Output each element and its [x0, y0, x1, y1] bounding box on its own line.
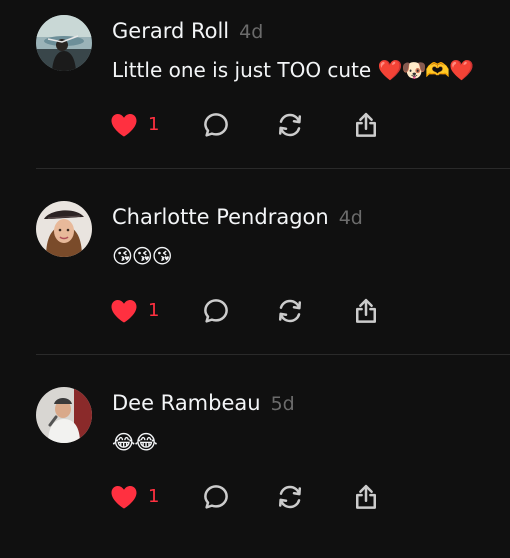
username[interactable]: Gerard Roll [112, 19, 229, 43]
repost-arrows-icon [275, 110, 305, 140]
comment-header: Gerard Roll 4d [112, 16, 263, 46]
speech-bubble-icon [201, 482, 231, 512]
heart-filled-icon [109, 482, 139, 512]
comment-item: Dee Rambeau 5d 😂😂 1 [0, 372, 510, 558]
like-count: 1 [148, 114, 160, 135]
comment-item: Gerard Roll 4d Little one is just TOO cut… [0, 0, 510, 186]
comment-actions: 1 [109, 480, 399, 514]
share-upload-icon [351, 296, 381, 326]
divider [36, 168, 510, 169]
repost-button[interactable] [275, 480, 305, 514]
avatar-image [36, 15, 92, 71]
comment-text: 😘😘😘 [112, 242, 173, 270]
speech-bubble-icon [201, 296, 231, 326]
repost-button[interactable] [275, 294, 305, 328]
avatar[interactable] [36, 201, 92, 257]
username[interactable]: Charlotte Pendragon [112, 205, 329, 229]
like-button[interactable]: 1 [109, 480, 159, 514]
comment-emoji: ❤️🐶🫶❤️ [377, 58, 475, 82]
comment-header: Charlotte Pendragon 4d [112, 202, 363, 232]
speech-bubble-icon [201, 110, 231, 140]
share-upload-icon [351, 482, 381, 512]
like-count: 1 [148, 300, 160, 321]
comment-emoji: 😂😂 [112, 430, 158, 454]
share-button[interactable] [351, 108, 381, 142]
heart-filled-icon [109, 296, 139, 326]
avatar-image [36, 387, 92, 443]
timestamp: 4d [338, 207, 363, 229]
share-button[interactable] [351, 480, 381, 514]
share-button[interactable] [351, 294, 381, 328]
repost-arrows-icon [275, 482, 305, 512]
reply-button[interactable] [201, 294, 231, 328]
comment-text: Little one is just TOO cute ❤️🐶🫶❤️ [112, 56, 475, 84]
timestamp: 5d [270, 393, 295, 415]
comment-header: Dee Rambeau 5d [112, 388, 295, 418]
comment-emoji: 😘😘😘 [112, 244, 173, 268]
share-upload-icon [351, 110, 381, 140]
comment-actions: 1 [109, 108, 399, 142]
like-count: 1 [148, 486, 160, 507]
repost-button[interactable] [275, 108, 305, 142]
avatar[interactable] [36, 387, 92, 443]
like-button[interactable]: 1 [109, 108, 159, 142]
comment-text-content: Little one is just TOO cute [112, 58, 372, 82]
heart-filled-icon [109, 110, 139, 140]
repost-arrows-icon [275, 296, 305, 326]
avatar-image [36, 201, 92, 257]
reply-button[interactable] [201, 108, 231, 142]
username[interactable]: Dee Rambeau [112, 391, 261, 415]
timestamp: 4d [239, 21, 264, 43]
comment-feed: Gerard Roll 4d Little one is just TOO cut… [0, 0, 510, 526]
comment-item: Charlotte Pendragon 4d 😘😘😘 1 [0, 186, 510, 372]
like-button[interactable]: 1 [109, 294, 159, 328]
reply-button[interactable] [201, 480, 231, 514]
divider [36, 354, 510, 355]
comment-actions: 1 [109, 294, 399, 328]
avatar[interactable] [36, 15, 92, 71]
comment-text: 😂😂 [112, 428, 158, 456]
